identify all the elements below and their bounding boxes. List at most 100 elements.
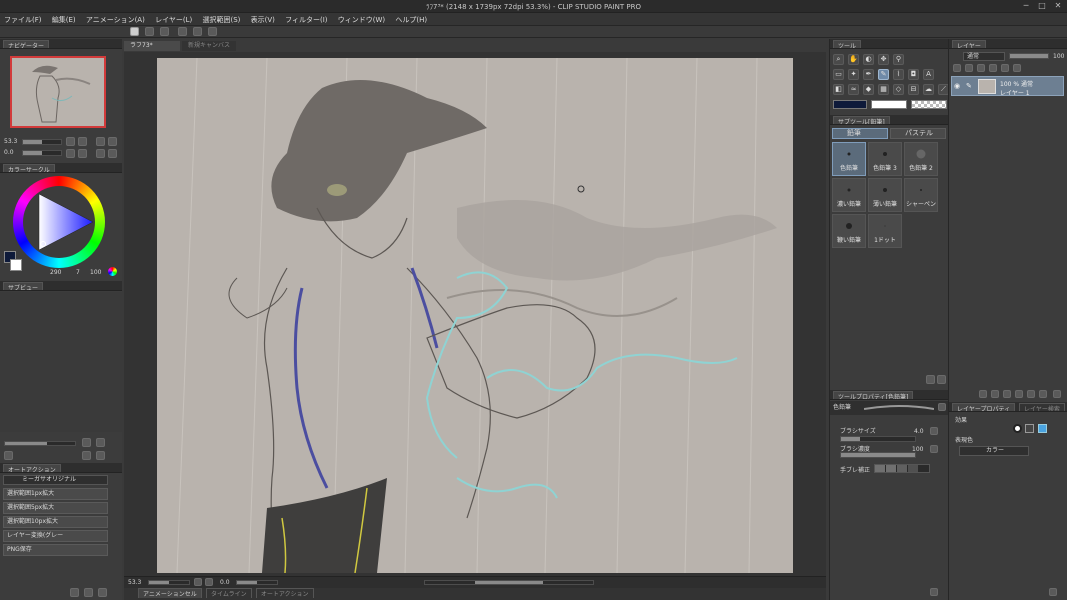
bottom-tab-auto-action[interactable]: オートアクション xyxy=(255,588,314,598)
sub-color-swatch[interactable] xyxy=(10,259,22,271)
undo-icon[interactable] xyxy=(145,27,154,36)
selection-tool-icon[interactable]: ▭ xyxy=(833,69,844,80)
transparent-color-chip[interactable] xyxy=(911,100,947,109)
brush-light-pencil[interactable]: 薄い鉛筆 xyxy=(868,178,902,212)
hue-ring[interactable] xyxy=(13,176,105,268)
brush-size-pressure-icon[interactable] xyxy=(930,427,938,435)
eyedropper-tool-icon[interactable]: ⚲ xyxy=(893,54,904,65)
color-space-icon[interactable] xyxy=(108,267,117,276)
color-mode-select[interactable]: カラー xyxy=(959,446,1029,456)
transform-icon[interactable] xyxy=(178,27,187,36)
reset-rotation-icon[interactable] xyxy=(96,149,105,158)
auto-action-item[interactable]: 選択範囲5px拡大 xyxy=(3,502,108,514)
brush-color-pencil[interactable]: 色鉛筆 xyxy=(832,142,866,176)
status-zoom[interactable]: 53.3 xyxy=(128,579,141,586)
zoom-in-small-icon[interactable] xyxy=(205,578,213,586)
brush-icon[interactable] xyxy=(208,27,217,36)
pen-tool-icon[interactable]: ✒ xyxy=(863,69,874,80)
sub-color-chip[interactable] xyxy=(871,100,907,109)
loop-icon[interactable] xyxy=(96,451,105,460)
new-folder-icon[interactable] xyxy=(1003,390,1011,398)
status-rotation-slider[interactable] xyxy=(236,580,278,585)
sub-view-icon-1[interactable] xyxy=(82,438,91,447)
delete-layer-icon[interactable] xyxy=(1053,390,1061,398)
brush-mechanical-pencil[interactable]: シャーペン xyxy=(904,178,938,212)
sub-tool-tab[interactable]: サブツール[鉛筆] xyxy=(833,116,890,124)
transfer-layer-icon[interactable] xyxy=(1015,390,1023,398)
tool-tab[interactable]: ツール xyxy=(833,40,862,48)
brush-color-pencil-3[interactable]: 色鉛筆 3 xyxy=(868,142,902,176)
redo-icon[interactable] xyxy=(160,27,169,36)
menu-file[interactable]: ファイル(F) xyxy=(0,13,46,25)
navigator-zoom[interactable]: 53.3 xyxy=(4,138,17,145)
brush-dark-pencil[interactable]: 濃い鉛筆 xyxy=(832,178,866,212)
zoom-tool-icon[interactable]: ⌕ xyxy=(833,54,844,65)
layer-tab[interactable]: レイヤー xyxy=(952,40,986,48)
auto-action-tab[interactable]: オートアクション xyxy=(3,464,61,472)
fill-tool-icon[interactable]: ◆ xyxy=(863,84,874,95)
play-icon[interactable] xyxy=(84,588,93,597)
sub-tool-copy-icon[interactable] xyxy=(926,375,935,384)
airbrush-tool-icon[interactable]: ◘ xyxy=(908,69,919,80)
brush-color-pencil-2[interactable]: 色鉛筆 2 xyxy=(904,142,938,176)
density-pressure-icon[interactable] xyxy=(930,445,938,453)
layer-color-icon[interactable] xyxy=(1038,424,1047,433)
ruler-tool-icon[interactable]: ⊟ xyxy=(908,84,919,95)
layer-property-settings-icon[interactable] xyxy=(1049,588,1057,596)
density-slider[interactable] xyxy=(840,452,916,458)
sub-view-icon-2[interactable] xyxy=(96,438,105,447)
bottom-tab-animation-cel[interactable]: アニメーションセル xyxy=(138,588,202,598)
fit-window-icon[interactable] xyxy=(96,137,105,146)
import-icon[interactable] xyxy=(82,451,91,460)
new-canvas-icon[interactable] xyxy=(130,27,139,36)
main-color-chip[interactable] xyxy=(833,100,867,109)
figure-tool-icon[interactable]: ◇ xyxy=(893,84,904,95)
auto-select-tool-icon[interactable]: ✦ xyxy=(848,69,859,80)
new-vector-layer-icon[interactable] xyxy=(991,390,999,398)
flip-icon[interactable] xyxy=(108,137,117,146)
navigator-tab[interactable]: ナビゲーター xyxy=(3,40,50,48)
mask-icon[interactable] xyxy=(1001,64,1009,72)
zoom-out-icon[interactable] xyxy=(66,137,75,146)
navigator-zoom-slider[interactable] xyxy=(22,139,62,145)
record-icon[interactable] xyxy=(98,588,107,597)
clip-icon[interactable] xyxy=(953,64,961,72)
canvas-paper[interactable] xyxy=(157,58,793,573)
maximize-button[interactable]: □ xyxy=(1035,1,1049,11)
brush-rough-pencil[interactable]: 鞭い鉛筆 xyxy=(832,214,866,248)
menu-help[interactable]: ヘルプ(H) xyxy=(391,13,431,25)
auto-action-item[interactable]: 選択範囲1px拡大 xyxy=(3,488,108,500)
lock-transparency-icon[interactable] xyxy=(989,64,997,72)
minimize-button[interactable]: ─ xyxy=(1019,1,1033,11)
blend-tool-icon[interactable]: ≈ xyxy=(848,84,859,95)
rotate-left-icon[interactable] xyxy=(66,149,75,158)
menu-filter[interactable]: フィルター(I) xyxy=(281,13,331,25)
density-value[interactable]: 100 xyxy=(912,446,923,453)
menu-selection[interactable]: 選択範囲(S) xyxy=(198,13,244,25)
horizontal-scrollbar[interactable] xyxy=(424,580,594,585)
layer-row[interactable]: ◉ ✎ 100 % 通常 レイヤー 1 xyxy=(951,76,1064,97)
sub-tool-group-pencil[interactable]: 鉛筆 xyxy=(832,128,888,139)
menu-edit[interactable]: 編集(E) xyxy=(48,13,80,25)
menu-view[interactable]: 表示(V) xyxy=(247,13,279,25)
document-tab[interactable]: 新規キャンバス1* xyxy=(182,41,236,59)
layer-mask-icon[interactable] xyxy=(1039,390,1047,398)
navigator-preview[interactable] xyxy=(10,56,106,128)
border-effect-icon[interactable] xyxy=(1013,424,1022,433)
eraser-tool-icon[interactable]: ◧ xyxy=(833,84,844,95)
sub-view-slider[interactable] xyxy=(4,441,76,446)
brush-settings-icon[interactable] xyxy=(938,403,946,411)
brush-size-value[interactable]: 4.0 xyxy=(914,428,924,435)
layer-search-tab[interactable]: レイヤー検索 xyxy=(1019,403,1065,411)
pen-icon[interactable] xyxy=(193,27,202,36)
reference-layer-icon[interactable] xyxy=(965,64,973,72)
blend-mode-select[interactable]: 通常 xyxy=(963,52,1005,61)
sub-tool-group-pastel[interactable]: パステル xyxy=(890,128,946,139)
opacity-value[interactable]: 100 xyxy=(1053,53,1064,60)
brush-1-dot[interactable]: 1ドット xyxy=(868,214,902,248)
new-raster-layer-icon[interactable] xyxy=(979,390,987,398)
balloon-tool-icon[interactable]: ☁ xyxy=(923,84,934,95)
zoom-in-icon[interactable] xyxy=(78,137,87,146)
pencil-tool-icon[interactable]: ✎ xyxy=(878,69,889,80)
rotate-right-icon[interactable] xyxy=(78,149,87,158)
